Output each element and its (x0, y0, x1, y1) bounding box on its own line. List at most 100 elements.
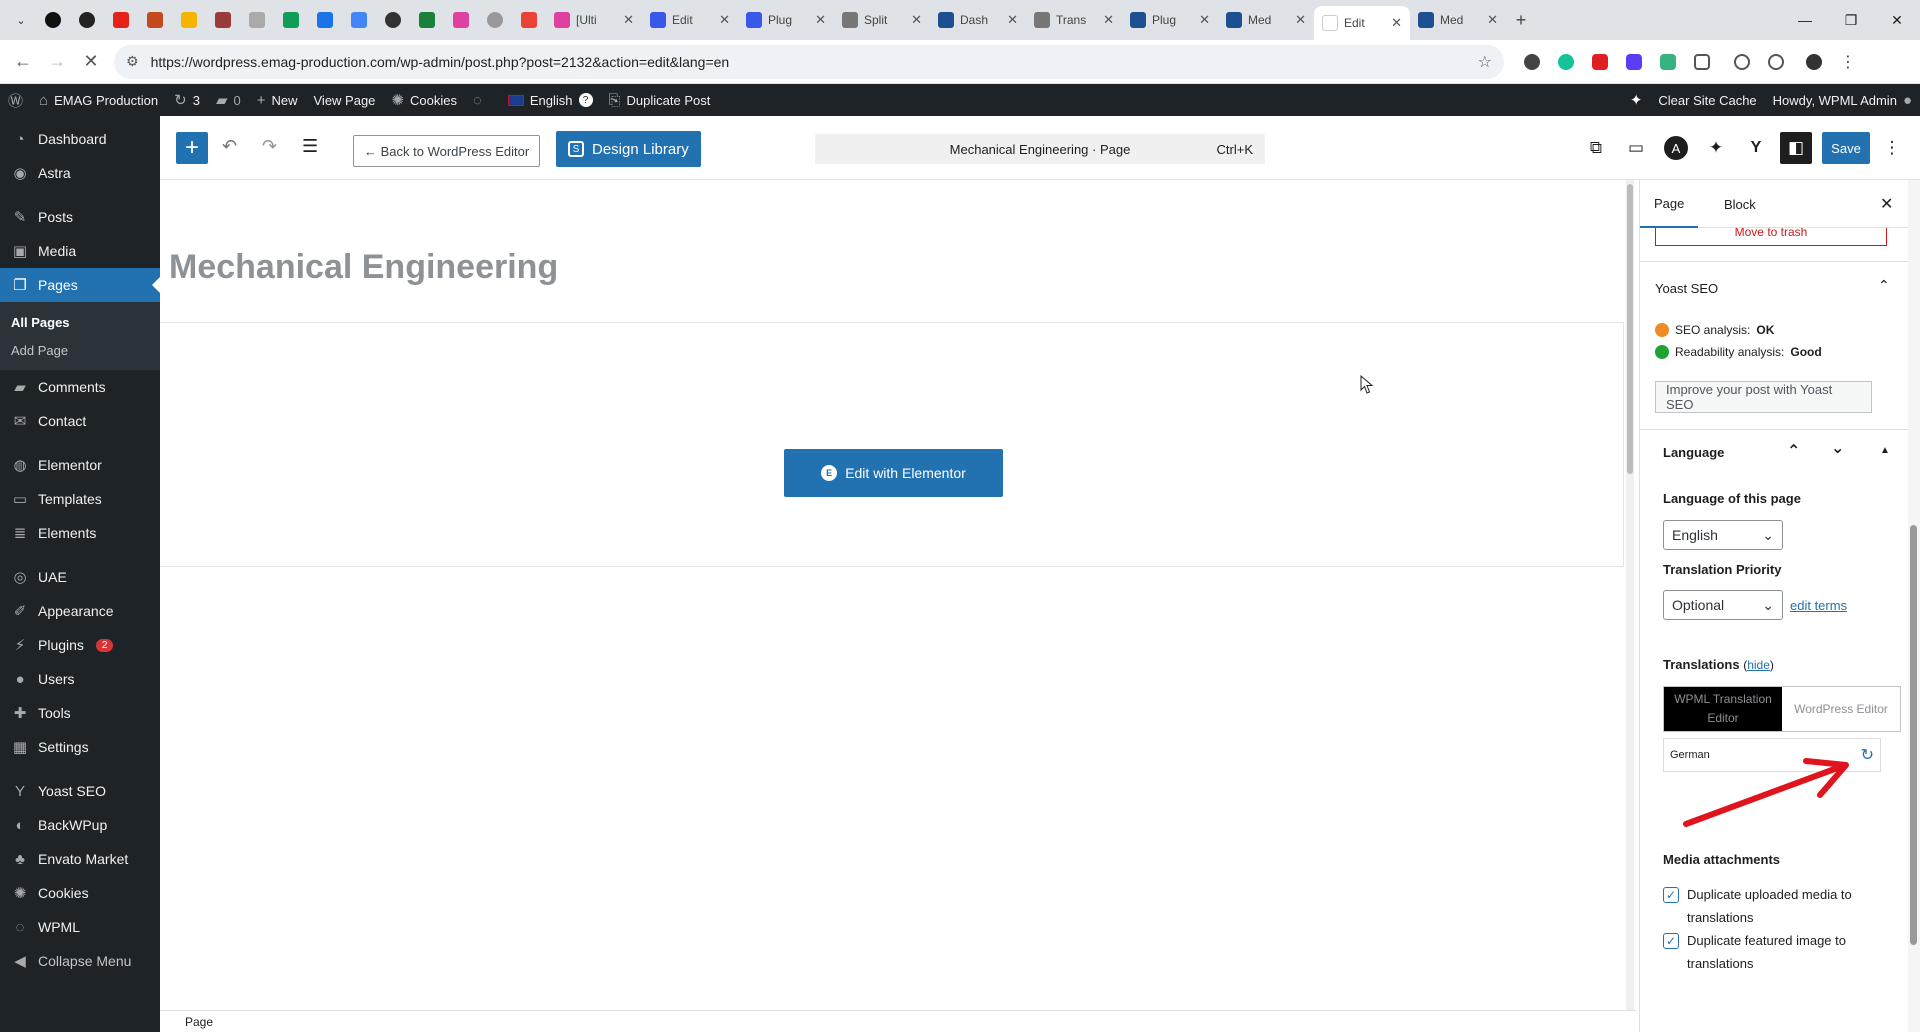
sidebar-item-contact[interactable]: ✉ Contact (0, 404, 160, 438)
toggle-panel-icon[interactable]: ▲ (1880, 445, 1890, 456)
history-icon[interactable] (1762, 48, 1790, 76)
edit-terms-link[interactable]: edit terms (1790, 598, 1847, 613)
sidebar-item-wpml[interactable]: ◌ WPML (0, 910, 160, 944)
sidebar-item-elementor[interactable]: ◍ Elementor (0, 448, 160, 482)
document-overview-icon[interactable]: ☰ (302, 136, 318, 157)
refresh-translation-icon[interactable]: ↻ (1861, 745, 1874, 765)
updates-link[interactable]: ↻ 3 (166, 84, 208, 116)
tab-close-icon[interactable]: ✕ (1391, 15, 1402, 31)
save-button[interactable]: Save (1822, 132, 1870, 164)
move-to-trash-button[interactable]: Move to trash (1655, 228, 1887, 246)
sidebar-item-comments[interactable]: ▰ Comments (0, 370, 160, 404)
bookmarks-icon[interactable] (1728, 48, 1756, 76)
browser-tab[interactable]: Dash ✕ (930, 5, 1026, 35)
pinned-tab-drive[interactable] (172, 5, 206, 35)
sidebar-item-yoast-seo[interactable]: Y Yoast SEO (0, 774, 160, 808)
tab-close-icon[interactable]: ✕ (1103, 12, 1114, 28)
new-content-link[interactable]: + New (249, 84, 306, 116)
pinned-tab-translate[interactable] (342, 5, 376, 35)
extension-icon[interactable] (1620, 48, 1648, 76)
sidebar-item-collapse-menu[interactable]: ◀ Collapse Menu (0, 944, 160, 978)
browser-tab[interactable]: Med ✕ (1218, 5, 1314, 35)
pinned-tab-gmail[interactable] (512, 5, 546, 35)
url-text[interactable]: https://wordpress.emag-production.com/wp… (151, 54, 1478, 70)
hide-translations-link[interactable]: hide (1747, 658, 1770, 672)
sidebar-item-users[interactable]: ● Users (0, 662, 160, 696)
submenu-all-pages[interactable]: All Pages (0, 308, 160, 336)
pinned-tab-drive[interactable] (274, 5, 308, 35)
extension-icon[interactable] (1654, 48, 1682, 76)
sidebar-item-media[interactable]: ▣ Media (0, 234, 160, 268)
priority-select[interactable]: Optional ⌄ (1663, 590, 1783, 620)
minimize-icon[interactable]: — (1782, 0, 1828, 40)
view-page-link[interactable]: View Page (306, 84, 384, 116)
canvas-scrollbar-thumb[interactable] (1627, 184, 1633, 474)
options-menu-icon[interactable]: ⋮ (1876, 132, 1908, 164)
tab-page[interactable]: Page (1640, 180, 1699, 228)
wp-logo-icon[interactable]: Ⓦ (0, 84, 31, 116)
pinned-tab-calendar[interactable] (308, 5, 342, 35)
block-inserter-button[interactable]: + (176, 132, 208, 164)
sidebar-item-envato-market[interactable]: ♣ Envato Market (0, 842, 160, 876)
tab-close-icon[interactable]: ✕ (911, 12, 922, 28)
tab-close-icon[interactable]: ✕ (1007, 12, 1018, 28)
extension-icon[interactable] (1518, 48, 1546, 76)
pinned-tab-sheets[interactable] (410, 5, 444, 35)
pinned-tab-youtube[interactable] (104, 5, 138, 35)
reload-icon[interactable]: ✕ (74, 45, 108, 79)
ai-sparkle-icon[interactable]: ✦ (1700, 132, 1732, 164)
sidebar-item-backwpup[interactable]: ◐ BackWPup (0, 808, 160, 842)
sidebar-item-settings[interactable]: ▦ Settings (0, 730, 160, 764)
restore-icon[interactable]: ❐ (1828, 0, 1874, 40)
sidebar-item-tools[interactable]: ✚ Tools (0, 696, 160, 730)
page-title[interactable]: Mechanical Engineering (169, 248, 558, 287)
collapse-panel-icon[interactable]: ⌃ (1878, 277, 1890, 294)
browser-tab[interactable]: Plug ✕ (738, 5, 834, 35)
move-up-icon[interactable]: ⌃ (1787, 441, 1800, 461)
profile-avatar[interactable] (1800, 48, 1828, 76)
astra-settings-icon[interactable]: A (1660, 132, 1692, 164)
undo-icon[interactable]: ↶ (222, 136, 237, 157)
yoast-icon[interactable]: Y (1740, 132, 1772, 164)
pinned-tab[interactable] (444, 5, 478, 35)
ai-sparkle-icon[interactable]: ✦ (1622, 84, 1651, 116)
site-info-icon[interactable]: ⚙ (126, 53, 139, 70)
settings-scrollbar-thumb[interactable] (1910, 525, 1917, 945)
pinned-tab[interactable] (240, 5, 274, 35)
design-library-button[interactable]: S Design Library (556, 131, 701, 167)
dup-media-checkbox[interactable]: ✓ (1663, 887, 1679, 903)
howdy-account-menu[interactable]: Howdy, WPML Admin ● (1765, 84, 1920, 116)
improve-yoast-button[interactable]: Improve your post with Yoast SEO (1655, 381, 1872, 413)
browser-tab[interactable]: Split ✕ (834, 5, 930, 35)
comments-link[interactable]: ▰ 0 (208, 84, 249, 116)
forward-icon[interactable]: → (40, 45, 74, 79)
clear-cache-link[interactable]: Clear Site Cache (1650, 84, 1764, 116)
sidebar-item-posts[interactable]: ✎ Posts (0, 200, 160, 234)
sidebar-item-appearance[interactable]: ✐ Appearance (0, 594, 160, 628)
language-select[interactable]: English ⌄ (1663, 520, 1783, 550)
sidebar-item-templates[interactable]: ▭ Templates (0, 482, 160, 516)
preview-device-icon[interactable]: ▭ (1620, 132, 1652, 164)
pinned-tab[interactable] (206, 5, 240, 35)
pinned-tab[interactable] (478, 5, 512, 35)
browser-tab[interactable]: Med ✕ (1410, 5, 1506, 35)
grammarly-icon[interactable] (1552, 48, 1580, 76)
extensions-puzzle-icon[interactable] (1688, 48, 1716, 76)
tab-close-icon[interactable]: ✕ (815, 12, 826, 28)
pinned-tab[interactable] (138, 5, 172, 35)
browser-tab[interactable]: Edit ✕ (1314, 6, 1410, 40)
new-tab-button[interactable]: + (1506, 10, 1536, 31)
pinned-tab[interactable] (36, 5, 70, 35)
tab-close-icon[interactable]: ✕ (1295, 12, 1306, 28)
settings-sidebar-toggle-icon[interactable]: ◧ (1780, 132, 1812, 164)
dup-featured-checkbox[interactable]: ✓ (1663, 933, 1679, 949)
command-palette-bar[interactable]: Mechanical Engineering · Page Ctrl+K (815, 134, 1265, 164)
tab-close-icon[interactable]: ✕ (623, 12, 634, 28)
wpml-translation-editor-option[interactable]: WPML Translation Editor (1664, 687, 1782, 731)
back-to-wp-editor-button[interactable]: ← Back to WordPress Editor (353, 135, 541, 167)
sidebar-item-elements[interactable]: ≣ Elements (0, 516, 160, 550)
tab-close-icon[interactable]: ✕ (1487, 12, 1498, 28)
cookies-link[interactable]: ✺ Cookies (383, 84, 465, 116)
tab-search-icon[interactable]: ⌄ (6, 5, 36, 35)
pinned-tab[interactable] (376, 5, 410, 35)
